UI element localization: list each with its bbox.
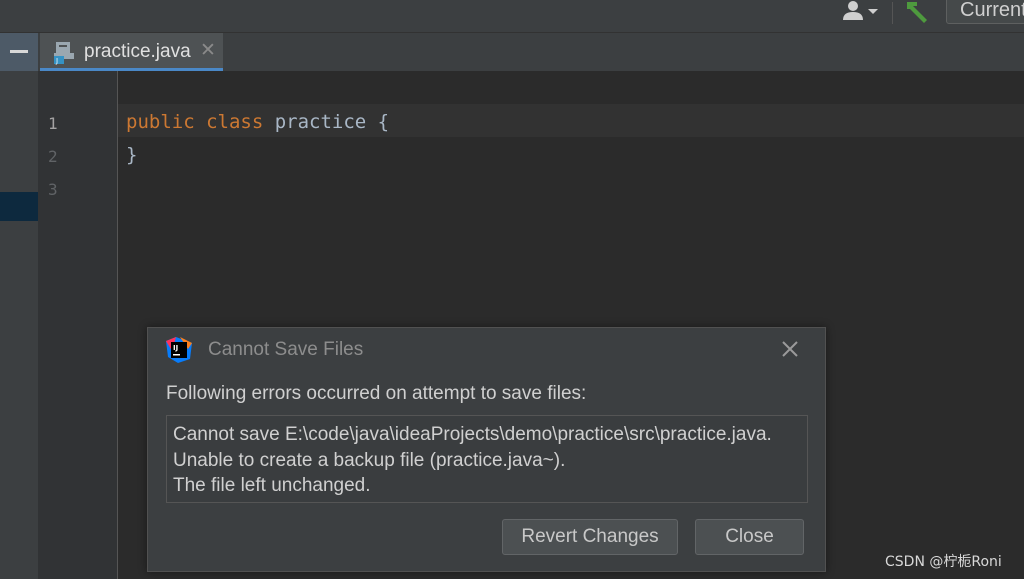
dialog-message: Following errors occurred on attempt to … [166, 383, 587, 404]
watermark: CSDN @柠栀Roni [885, 554, 1002, 570]
revert-changes-button[interactable]: Revert Changes [502, 519, 678, 555]
collapse-button[interactable] [0, 33, 38, 71]
intellij-logo-icon: IJ [166, 337, 192, 363]
code-line[interactable]: } [126, 144, 137, 166]
toolbar-separator [892, 2, 893, 24]
code-text: practice { [263, 111, 390, 133]
close-icon[interactable] [779, 338, 801, 360]
gutter-divider [117, 71, 118, 579]
line-number: 1 [48, 114, 58, 133]
error-detail-line: The file left unchanged. [173, 475, 371, 496]
tab-close-icon[interactable]: ✕ [200, 39, 216, 61]
code-keyword: public [126, 111, 195, 133]
user-icon[interactable] [841, 0, 881, 24]
left-tool-strip [0, 33, 38, 579]
tab-label: practice.java [84, 41, 191, 62]
close-button[interactable]: Close [695, 519, 804, 555]
run-configuration-select[interactable]: Current [946, 0, 1024, 24]
line-number: 3 [48, 180, 58, 199]
code-line[interactable]: public class practice { [126, 111, 389, 133]
editor-tab-bar: J practice.java ✕ [38, 33, 1024, 71]
dialog-title: Cannot Save Files [208, 339, 364, 360]
error-details-box: Cannot save E:\code\java\ideaProjects\de… [166, 415, 808, 503]
java-file-icon: J [54, 42, 74, 65]
line-number: 2 [48, 147, 58, 166]
svg-text:J: J [55, 57, 58, 65]
tab-practice-java[interactable]: J practice.java ✕ [40, 33, 223, 71]
error-detail-line: Cannot save E:\code\java\ideaProjects\de… [173, 424, 772, 445]
top-toolbar: Current [0, 0, 1024, 33]
left-strip-selection [0, 192, 38, 221]
code-keyword: class [206, 111, 264, 133]
svg-text:IJ: IJ [173, 344, 178, 352]
error-detail-line: Unable to create a backup file (practice… [173, 449, 566, 471]
cannot-save-dialog: IJ Cannot Save Files Following errors oc… [147, 327, 826, 572]
hammer-icon[interactable] [903, 0, 931, 24]
